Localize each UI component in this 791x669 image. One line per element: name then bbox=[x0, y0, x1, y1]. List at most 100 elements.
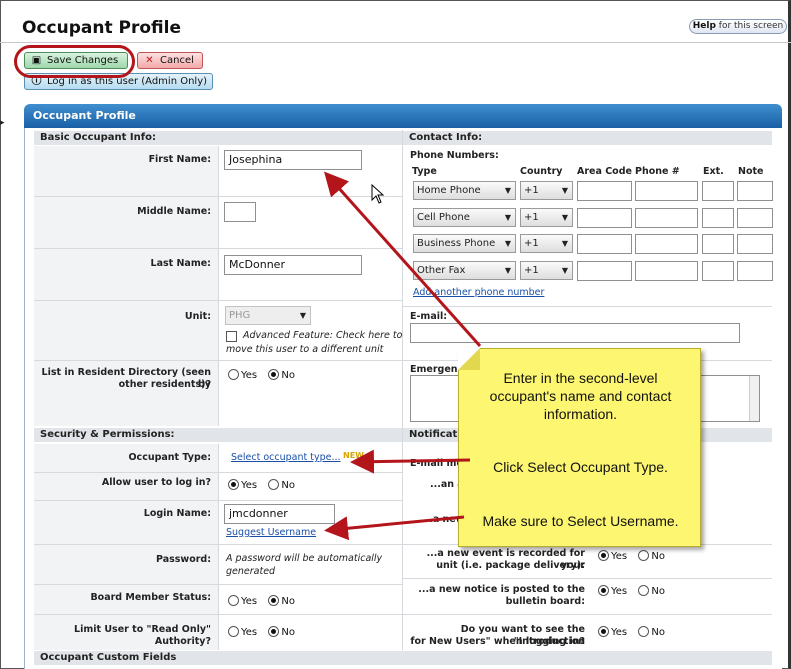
radio-off bbox=[638, 550, 650, 561]
board-no-option[interactable]: No bbox=[268, 595, 295, 607]
col-area-code: Area Code bbox=[577, 166, 632, 177]
add-phone-link[interactable]: Add another phone number bbox=[413, 287, 544, 298]
help-suffix: for this screen bbox=[715, 21, 784, 31]
note-field[interactable] bbox=[737, 234, 773, 254]
intro-radio-group: Yes No bbox=[598, 626, 673, 638]
row-divider bbox=[34, 472, 402, 473]
area-code-field[interactable] bbox=[577, 181, 632, 201]
event-no-option[interactable]: No bbox=[638, 550, 665, 562]
phone-numbers-label: Phone Numbers: bbox=[410, 150, 499, 161]
select-occupant-type-link[interactable]: Select occupant type... bbox=[231, 452, 341, 463]
directory-yes-option[interactable]: Yes bbox=[228, 369, 257, 381]
unit-label: Unit: bbox=[184, 311, 211, 322]
last-name-label: Last Name: bbox=[150, 258, 211, 269]
area-code-field[interactable] bbox=[577, 234, 632, 254]
middle-name-label: Middle Name: bbox=[137, 206, 211, 217]
unit-value: PHG bbox=[229, 310, 251, 321]
notice-yes-option[interactable]: Yes bbox=[598, 585, 628, 597]
allow-login-no-option[interactable]: No bbox=[268, 479, 295, 491]
phone-number-field[interactable] bbox=[635, 181, 698, 201]
email-me-label: E-mail me bbox=[410, 458, 463, 469]
edge-marker-icon: ▸ bbox=[0, 118, 5, 128]
chevron-down-icon: ▼ bbox=[561, 186, 569, 195]
section-contact-info: Contact Info: bbox=[403, 131, 772, 145]
ext-field[interactable] bbox=[702, 208, 734, 228]
phone-type-value: Home Phone bbox=[417, 185, 481, 196]
phone-type-value: Other Fax bbox=[417, 265, 466, 276]
col-country: Country bbox=[520, 166, 563, 177]
first-name-field[interactable]: Josephina bbox=[224, 150, 362, 170]
advanced-move-checkbox[interactable] bbox=[226, 331, 237, 342]
phone-type-select[interactable]: Other Fax ▼ bbox=[413, 261, 516, 280]
no-label: No bbox=[281, 480, 295, 491]
section-security: Security & Permissions: bbox=[34, 428, 402, 442]
row-divider bbox=[34, 248, 402, 249]
page-title: Occupant Profile bbox=[22, 18, 181, 38]
no-label: No bbox=[651, 586, 665, 597]
yes-label: Yes bbox=[611, 627, 628, 638]
radio-on bbox=[268, 626, 280, 637]
read-only-yes-option[interactable]: Yes bbox=[228, 626, 257, 638]
chevron-down-icon: ▼ bbox=[561, 266, 569, 275]
title-divider bbox=[0, 42, 791, 43]
radio-off bbox=[638, 626, 650, 637]
help-button[interactable]: Help for this screen bbox=[689, 19, 787, 34]
chevron-down-icon: ▼ bbox=[504, 213, 512, 222]
country-select[interactable]: +1 ▼ bbox=[520, 208, 573, 227]
textarea-scrollbar[interactable] bbox=[749, 376, 759, 421]
row-divider bbox=[34, 300, 402, 301]
phone-number-field[interactable] bbox=[635, 234, 698, 254]
country-select[interactable]: +1 ▼ bbox=[520, 261, 573, 280]
new-badge: NEW bbox=[343, 451, 364, 460]
phone-type-select[interactable]: Business Phone ▼ bbox=[413, 234, 516, 253]
radio-off bbox=[268, 479, 280, 490]
note-field[interactable] bbox=[737, 181, 773, 201]
login-name-field[interactable]: jmcdonner bbox=[224, 504, 335, 524]
phone-number-field[interactable] bbox=[635, 208, 698, 228]
cancel-button[interactable]: ✕ Cancel bbox=[137, 52, 203, 69]
last-name-field[interactable]: McDonner bbox=[224, 255, 362, 275]
col-phone: Phone # bbox=[635, 166, 680, 177]
country-select[interactable]: +1 ▼ bbox=[520, 234, 573, 253]
callout-occupant-type: Click Select Occupant Type. bbox=[493, 459, 668, 475]
notice-no-option[interactable]: No bbox=[638, 585, 665, 597]
area-code-field[interactable] bbox=[577, 261, 632, 281]
no-label: No bbox=[281, 627, 295, 638]
chevron-down-icon: ▼ bbox=[561, 213, 569, 222]
ext-field[interactable] bbox=[702, 234, 734, 254]
intro-yes-option[interactable]: Yes bbox=[598, 626, 628, 638]
yes-label: Yes bbox=[241, 480, 258, 491]
note-field[interactable] bbox=[737, 208, 773, 228]
ext-field[interactable] bbox=[702, 181, 734, 201]
read-only-radio-group: Yes No bbox=[228, 626, 303, 638]
suggest-username-link[interactable]: Suggest Username bbox=[226, 527, 316, 538]
intro-label-2: for New Users" when logging in? bbox=[410, 636, 585, 647]
directory-no-option[interactable]: No bbox=[268, 369, 295, 381]
panel-header: Occupant Profile bbox=[24, 104, 782, 128]
chevron-down-icon: ▼ bbox=[561, 239, 569, 248]
intro-no-option[interactable]: No bbox=[638, 626, 665, 638]
row-divider bbox=[34, 500, 402, 501]
login-name-label: Login Name: bbox=[143, 508, 211, 519]
note-field[interactable] bbox=[737, 261, 773, 281]
radio-off bbox=[228, 595, 239, 606]
unit-select[interactable]: PHG ▼ bbox=[225, 306, 311, 325]
event-yes-option[interactable]: Yes bbox=[598, 550, 627, 562]
email-field[interactable] bbox=[410, 323, 740, 343]
country-select[interactable]: +1 ▼ bbox=[520, 181, 573, 200]
area-code-field[interactable] bbox=[577, 208, 632, 228]
phone-type-select[interactable]: Home Phone ▼ bbox=[413, 181, 516, 200]
board-status-label: Board Member Status: bbox=[90, 592, 211, 603]
first-name-label: First Name: bbox=[148, 154, 211, 165]
middle-name-field[interactable] bbox=[224, 202, 256, 222]
cancel-label: Cancel bbox=[160, 55, 194, 66]
directory-label-2: other residents)? bbox=[118, 379, 211, 390]
ext-field[interactable] bbox=[702, 261, 734, 281]
allow-login-yes-option[interactable]: Yes bbox=[228, 479, 258, 491]
phone-number-field[interactable] bbox=[635, 261, 698, 281]
row-divider bbox=[34, 614, 772, 615]
phone-type-select[interactable]: Cell Phone ▼ bbox=[413, 208, 516, 227]
yes-label: Yes bbox=[611, 586, 628, 597]
read-only-no-option[interactable]: No bbox=[268, 626, 295, 638]
board-yes-option[interactable]: Yes bbox=[228, 595, 257, 607]
